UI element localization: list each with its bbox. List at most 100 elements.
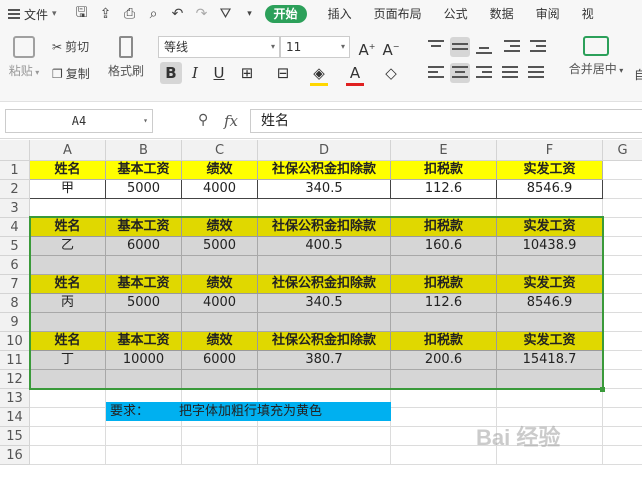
- cell-g7[interactable]: [603, 275, 642, 294]
- undo-icon[interactable]: ↶: [171, 6, 185, 22]
- cell-a10[interactable]: 姓名: [30, 332, 106, 351]
- cell-c4[interactable]: 绩效: [182, 218, 258, 237]
- tab-home[interactable]: 开始: [264, 5, 307, 23]
- cell-a4[interactable]: 姓名: [30, 218, 106, 237]
- cell-e8[interactable]: 112.6: [391, 294, 497, 313]
- cell-c5[interactable]: 5000: [182, 237, 258, 256]
- distributed-align-icon[interactable]: [526, 63, 546, 83]
- cell-g1[interactable]: [603, 161, 642, 180]
- row-header-8[interactable]: 8: [0, 294, 30, 313]
- cell-c8[interactable]: 4000: [182, 294, 258, 313]
- tab-view[interactable]: 视: [571, 0, 605, 28]
- cell-b7[interactable]: 基本工资: [106, 275, 182, 294]
- zoom-search-icon[interactable]: ⚲: [198, 112, 208, 128]
- cell-d12[interactable]: [258, 370, 391, 389]
- cell-c9[interactable]: [182, 313, 258, 332]
- align-bottom-icon[interactable]: [474, 37, 494, 57]
- tab-insert[interactable]: 插入: [317, 0, 363, 28]
- auto-partial-label[interactable]: 自: [634, 66, 642, 83]
- cell-g13[interactable]: [603, 389, 642, 408]
- cell-b11[interactable]: 10000: [106, 351, 182, 370]
- row-header-3[interactable]: 3: [0, 199, 30, 218]
- cell-a9[interactable]: [30, 313, 106, 332]
- cell-g16[interactable]: [603, 446, 642, 465]
- cut-button[interactable]: ✂ 剪切: [52, 38, 89, 55]
- italic-icon[interactable]: I: [184, 62, 206, 84]
- align-right-icon[interactable]: [474, 63, 494, 83]
- cell-b8[interactable]: 5000: [106, 294, 182, 313]
- decrease-indent-icon[interactable]: [502, 37, 522, 57]
- print-icon[interactable]: ⎙: [123, 6, 137, 22]
- cell-d2[interactable]: 340.5: [258, 180, 391, 199]
- save-icon[interactable]: 🖫: [75, 2, 89, 26]
- cell-b16[interactable]: [106, 446, 182, 465]
- cell-f9[interactable]: [497, 313, 603, 332]
- cell-f8[interactable]: 8546.9: [497, 294, 603, 313]
- cell-b3[interactable]: [106, 199, 182, 218]
- align-top-icon[interactable]: [426, 37, 446, 57]
- borders-icon[interactable]: ⊞: [236, 62, 258, 84]
- cell-c12[interactable]: [182, 370, 258, 389]
- cell-g2[interactable]: [603, 180, 642, 199]
- cell-b2[interactable]: 5000: [106, 180, 182, 199]
- cell-d9[interactable]: [258, 313, 391, 332]
- increase-indent-icon[interactable]: [528, 37, 548, 57]
- column-header-e[interactable]: E: [391, 140, 497, 161]
- cell-b4[interactable]: 基本工资: [106, 218, 182, 237]
- cell-d1[interactable]: 社保公积金扣除款: [258, 161, 391, 180]
- file-menu[interactable]: 文件 ▾: [0, 0, 65, 28]
- cell-d4[interactable]: 社保公积金扣除款: [258, 218, 391, 237]
- redo-icon[interactable]: ↷: [195, 6, 209, 22]
- paste-button[interactable]: 粘贴 ▾: [6, 36, 42, 79]
- cell-b9[interactable]: [106, 313, 182, 332]
- row-header-12[interactable]: 12: [0, 370, 30, 389]
- cell-a3[interactable]: [30, 199, 106, 218]
- cell-e12[interactable]: [391, 370, 497, 389]
- cell-a11[interactable]: 丁: [30, 351, 106, 370]
- format-painter-button[interactable]: 格式刷: [104, 36, 148, 79]
- cell-a5[interactable]: 乙: [30, 237, 106, 256]
- row-header-5[interactable]: 5: [0, 237, 30, 256]
- cell-a13[interactable]: [30, 389, 106, 408]
- cell-e4[interactable]: 扣税款: [391, 218, 497, 237]
- row-header-2[interactable]: 2: [0, 180, 30, 199]
- cell-f7[interactable]: 实发工资: [497, 275, 603, 294]
- increase-font-size-icon[interactable]: A+: [356, 36, 378, 59]
- cell-e10[interactable]: 扣税款: [391, 332, 497, 351]
- cell-d5[interactable]: 400.5: [258, 237, 391, 256]
- cell-e3[interactable]: [391, 199, 497, 218]
- cell-g10[interactable]: [603, 332, 642, 351]
- cell-e11[interactable]: 200.6: [391, 351, 497, 370]
- bold-icon[interactable]: B: [160, 62, 182, 84]
- cell-c3[interactable]: [182, 199, 258, 218]
- font-size-select[interactable]: 11 ▾: [280, 36, 350, 58]
- cell-c1[interactable]: 绩效: [182, 161, 258, 180]
- cell-e1[interactable]: 扣税款: [391, 161, 497, 180]
- cell-d15[interactable]: [258, 427, 391, 446]
- cell-c2[interactable]: 4000: [182, 180, 258, 199]
- cell-a7[interactable]: 姓名: [30, 275, 106, 294]
- filter-icon[interactable]: ⛛: [219, 6, 233, 22]
- cell-a6[interactable]: [30, 256, 106, 275]
- cell-f2[interactable]: 8546.9: [497, 180, 603, 199]
- column-header-c[interactable]: C: [182, 140, 258, 161]
- cell-f6[interactable]: [497, 256, 603, 275]
- cell-a12[interactable]: [30, 370, 106, 389]
- cell-d7[interactable]: 社保公积金扣除款: [258, 275, 391, 294]
- justify-icon[interactable]: [500, 63, 520, 83]
- name-box[interactable]: A4 ▾: [5, 109, 153, 133]
- font-name-select[interactable]: 等线 ▾: [158, 36, 280, 58]
- cell-f5[interactable]: 10438.9: [497, 237, 603, 256]
- cell-b5[interactable]: 6000: [106, 237, 182, 256]
- cell-f12[interactable]: [497, 370, 603, 389]
- decrease-font-size-icon[interactable]: A−: [380, 36, 402, 59]
- cell-f3[interactable]: [497, 199, 603, 218]
- cell-g4[interactable]: [603, 218, 642, 237]
- row-header-16[interactable]: 16: [0, 446, 30, 465]
- cell-b15[interactable]: [106, 427, 182, 446]
- cell-a1[interactable]: 姓名: [30, 161, 106, 180]
- cell-e2[interactable]: 112.6: [391, 180, 497, 199]
- column-header-g[interactable]: G: [603, 140, 642, 161]
- cell-b6[interactable]: [106, 256, 182, 275]
- cell-c11[interactable]: 6000: [182, 351, 258, 370]
